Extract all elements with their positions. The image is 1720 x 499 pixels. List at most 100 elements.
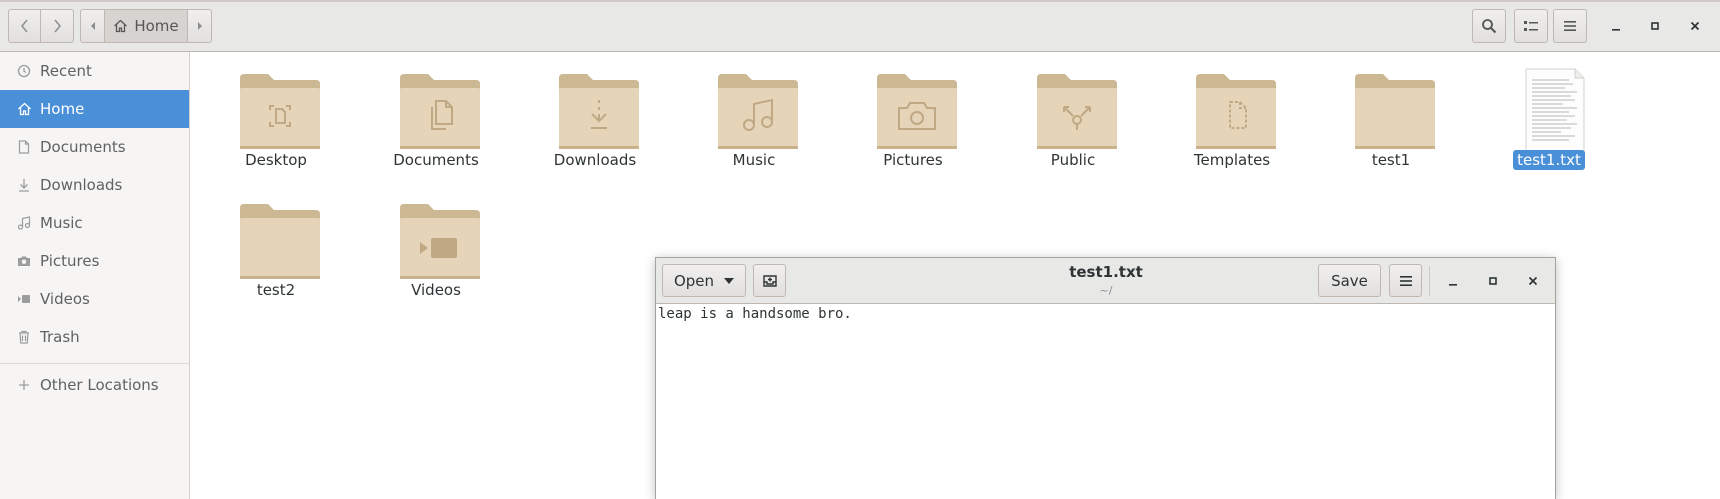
folder-documents-icon [400,74,480,149]
editor-subtitle: ~/ [1099,284,1113,297]
new-tab-button[interactable] [753,264,786,297]
trash-icon [16,329,32,345]
home-icon [114,19,128,33]
file-item-downloads[interactable]: Downloads [535,52,655,182]
sidebar-item-home[interactable]: Home [0,90,189,128]
path-right-arrow[interactable] [187,9,212,43]
places-sidebar: Recent Home Documents Downloads Music Pi… [0,52,190,499]
file-label: test2 [256,281,296,299]
sidebar-item-recent[interactable]: Recent [0,52,189,90]
history-buttons [8,9,74,43]
folder-videos-icon [400,204,480,279]
folder-pictures-icon [877,74,957,149]
sidebar-item-downloads[interactable]: Downloads [0,166,189,204]
sidebar-item-music[interactable]: Music [0,204,189,242]
file-item-videos[interactable]: Videos [376,182,496,312]
folder-icon [240,204,320,279]
file-item-pictures[interactable]: Pictures [853,52,973,182]
sidebar-item-label: Recent [40,62,92,80]
sidebar-item-label: Other Locations [40,376,159,394]
minimize-icon [1612,29,1620,31]
header-separator [1429,266,1430,296]
search-button[interactable] [1472,9,1506,43]
file-label: Templates [1193,151,1271,169]
forward-button[interactable] [41,9,74,43]
folder-music-icon [718,74,798,149]
chevron-right-icon [54,19,61,33]
path-home-label: Home [134,17,179,35]
editor-menu-button[interactable] [1389,264,1422,297]
new-document-icon [762,274,777,287]
file-label: Music [732,151,776,169]
hamburger-icon [1399,275,1412,286]
menu-button[interactable] [1553,9,1587,43]
file-item-desktop[interactable]: Desktop [216,52,336,182]
home-icon [16,101,32,117]
editor-header-bar: Open test1.txt ~/ Save [656,258,1555,304]
path-bar: Home [80,9,212,43]
sidebar-item-label: Music [40,214,83,232]
back-button[interactable] [8,9,41,43]
path-home-button[interactable]: Home [105,9,187,43]
chevron-down-icon [724,277,735,284]
minimize-button[interactable] [1599,9,1633,43]
sidebar-item-pictures[interactable]: Pictures [0,242,189,280]
file-label: test1.txt [1513,150,1585,170]
save-label: Save [1331,271,1368,290]
folder-icon [1355,74,1435,149]
close-button[interactable] [1678,9,1712,43]
file-label: Documents [393,151,479,169]
file-item-documents[interactable]: Documents [376,52,496,182]
editor-minimize-button[interactable] [1436,264,1470,297]
save-button[interactable]: Save [1318,264,1381,297]
file-item-templates[interactable]: Templates [1172,52,1292,182]
file-item-test1[interactable]: test1 [1331,52,1451,182]
file-label: Pictures [883,151,943,169]
folder-public-icon [1037,74,1117,149]
file-item-public[interactable]: Public [1013,52,1133,182]
view-list-button[interactable] [1514,9,1548,43]
search-icon [1482,19,1497,34]
sidebar-item-trash[interactable]: Trash [0,318,189,356]
video-icon [16,291,32,307]
sidebar-item-label: Home [40,100,85,118]
file-item-music[interactable]: Music [694,52,814,182]
editor-title: test1.txt [1069,263,1143,281]
sidebar-item-other-locations[interactable]: Other Locations [0,366,189,404]
triangle-left-icon [90,22,95,30]
header-bar: Home [0,0,1720,52]
text-file-icon [1525,68,1585,152]
file-item-test2[interactable]: test2 [216,182,336,312]
sidebar-item-label: Videos [40,290,90,308]
maximize-button[interactable] [1638,9,1672,43]
editor-maximize-button[interactable] [1476,264,1510,297]
open-button[interactable]: Open [662,264,746,297]
list-view-icon [1524,21,1538,31]
sidebar-item-label: Documents [40,138,126,156]
camera-icon [16,253,32,269]
file-item-test1-txt[interactable]: test1.txt [1489,52,1609,182]
folder-templates-icon [1196,74,1276,149]
sidebar-item-documents[interactable]: Documents [0,128,189,166]
download-icon [16,177,32,193]
document-icon [16,139,32,155]
file-label: Videos [411,281,461,299]
editor-text-area[interactable]: leap is a handsome bro. [658,306,852,322]
file-label-selected: test1.txt [1489,150,1609,170]
sidebar-item-videos[interactable]: Videos [0,280,189,318]
chevron-left-icon [20,19,28,33]
editor-close-button[interactable] [1516,264,1550,297]
file-label: test1 [1371,151,1411,169]
music-icon [16,215,32,231]
path-left-arrow[interactable] [80,9,105,43]
folder-downloads-icon [559,74,639,149]
minimize-icon [1449,283,1457,286]
maximize-icon [1651,22,1659,30]
close-icon [1690,21,1700,31]
sidebar-separator [0,363,189,364]
file-label: Public [1050,151,1096,169]
file-label: Desktop [245,151,307,169]
hamburger-icon [1564,21,1576,31]
file-label: Downloads [553,151,637,169]
files-window: Home Recent Home Documents Downloads Mus… [0,0,1720,499]
